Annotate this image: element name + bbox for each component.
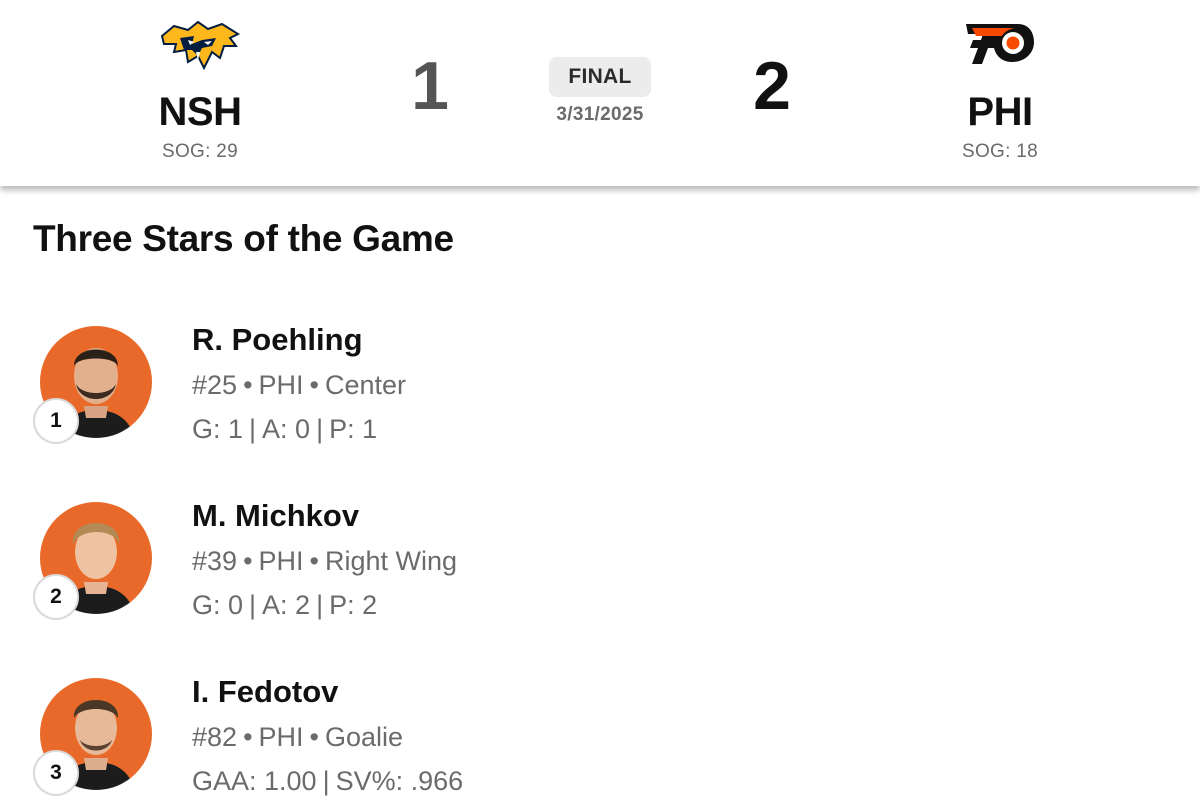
flyers-logo-icon bbox=[966, 24, 1034, 64]
home-team-sog: SOG: 18 bbox=[961, 141, 1039, 162]
stat-value: P: 1 bbox=[329, 414, 378, 444]
meta-separator: • bbox=[309, 722, 319, 752]
player-name[interactable]: I. Fedotov bbox=[192, 674, 338, 710]
stat-value: P: 2 bbox=[329, 590, 378, 620]
player-number: #39 bbox=[192, 546, 238, 576]
stat-separator: | bbox=[316, 414, 324, 444]
game-date: 3/31/2025 bbox=[556, 104, 644, 125]
player-meta: #25 • PHI • Center bbox=[192, 370, 406, 401]
player-meta: #39 • PHI • Right Wing bbox=[192, 546, 457, 577]
player-name[interactable]: M. Michkov bbox=[192, 498, 359, 534]
star-list-item[interactable]: 3 I. Fedotov #82 • PHI • Goalie GAA: 1.00 | SV… bbox=[0, 674, 1200, 809]
player-team: PHI bbox=[258, 370, 304, 400]
stat-value: A: 2 bbox=[262, 590, 311, 620]
star-list-item[interactable]: 1 R. Poehling #25 • PHI • Center G: 1 | A: 0 | P… bbox=[0, 322, 1200, 472]
stat-separator: | bbox=[322, 766, 330, 796]
player-team: PHI bbox=[258, 546, 304, 576]
player-name[interactable]: R. Poehling bbox=[192, 322, 363, 358]
stat-value: GAA: 1.00 bbox=[192, 766, 317, 796]
stat-separator: | bbox=[316, 590, 324, 620]
away-team-abbr: NSH bbox=[158, 90, 242, 134]
player-stats: G: 1 | A: 0 | P: 1 bbox=[192, 414, 377, 445]
player-number: #82 bbox=[192, 722, 238, 752]
star-rank-badge: 3 bbox=[33, 750, 79, 796]
stat-separator: | bbox=[249, 590, 257, 620]
player-meta: #82 • PHI • Goalie bbox=[192, 722, 403, 753]
star-rank-badge: 1 bbox=[33, 398, 79, 444]
player-number: #25 bbox=[192, 370, 238, 400]
player-position: Goalie bbox=[324, 722, 404, 752]
player-stats: G: 0 | A: 2 | P: 2 bbox=[192, 590, 377, 621]
meta-separator: • bbox=[243, 370, 253, 400]
section-title: Three Stars of the Game bbox=[33, 218, 454, 259]
player-stats: GAA: 1.00 | SV%: .966 bbox=[192, 766, 463, 797]
stat-value: G: 0 bbox=[192, 590, 244, 620]
meta-separator: • bbox=[309, 546, 319, 576]
predators-logo-icon bbox=[160, 20, 241, 71]
player-team: PHI bbox=[258, 722, 304, 752]
player-position: Center bbox=[324, 370, 407, 400]
stat-value: A: 0 bbox=[262, 414, 311, 444]
meta-separator: • bbox=[243, 546, 253, 576]
star-list-item[interactable]: 2 M. Michkov #39 • PHI • Right Wing G: 0 | A: … bbox=[0, 498, 1200, 648]
home-score: 2 bbox=[753, 48, 791, 124]
stat-separator: | bbox=[249, 414, 257, 444]
stat-value: G: 1 bbox=[192, 414, 244, 444]
meta-separator: • bbox=[309, 370, 319, 400]
home-team-abbr: PHI bbox=[967, 90, 1033, 134]
scoreboard-header: NSH SOG: 29 1 FINAL 3/31/2025 2 PHI SOG:… bbox=[0, 0, 1200, 186]
meta-separator: • bbox=[243, 722, 253, 752]
away-team-sog: SOG: 29 bbox=[161, 141, 239, 162]
game-status-badge: FINAL bbox=[549, 57, 651, 97]
star-rank-badge: 2 bbox=[33, 574, 79, 620]
player-position: Right Wing bbox=[324, 546, 458, 576]
stat-value: SV%: .966 bbox=[335, 766, 464, 796]
away-score: 1 bbox=[411, 48, 449, 124]
